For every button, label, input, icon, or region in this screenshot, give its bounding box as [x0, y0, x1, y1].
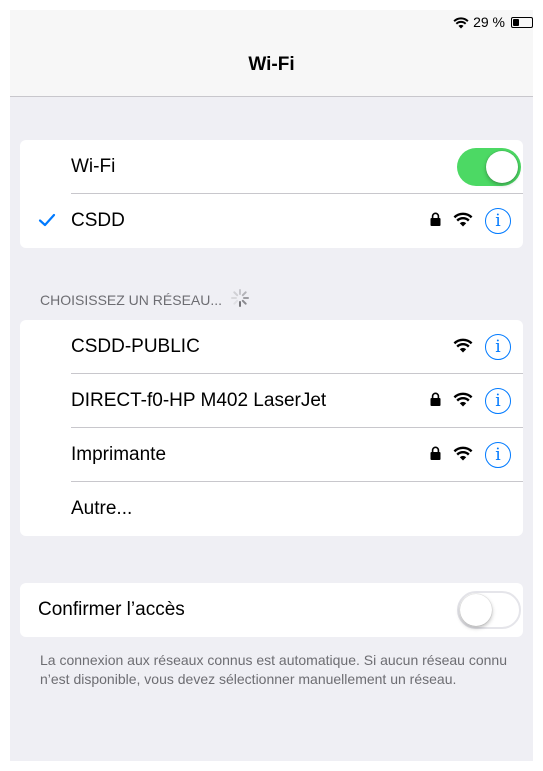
wifi-toggle-label: Wi-Fi [71, 156, 116, 177]
info-icon[interactable]: i [485, 208, 511, 234]
info-icon[interactable]: i [485, 388, 511, 414]
section-header-label: CHOISISSEZ UN RÉSEAU... [40, 291, 223, 308]
page-title: Wi-Fi [248, 54, 295, 75]
wifi-signal-icon [453, 211, 473, 232]
connected-network-row[interactable]: CSDD i [20, 194, 523, 248]
wifi-toggle-row: Wi-Fi [20, 140, 523, 194]
network-row[interactable]: Imprimante i [20, 428, 523, 482]
ask-join-toggle[interactable] [457, 591, 521, 629]
ask-join-footer: La connexion aux réseaux connus est auto… [40, 652, 507, 687]
status-bar: 29 % [453, 12, 533, 32]
wifi-group: Wi-Fi CSDD i [20, 140, 523, 248]
ask-join-label: Confirmer l’accès [38, 599, 185, 620]
toggle-knob [460, 594, 492, 626]
lock-icon [430, 392, 441, 411]
other-network-label: Autre... [71, 498, 133, 519]
toggle-knob [486, 151, 518, 183]
network-name: Imprimante [71, 444, 167, 465]
section-header: CHOISISSEZ UN RÉSEAU... [40, 288, 250, 311]
info-icon[interactable]: i [485, 442, 511, 468]
battery-icon [511, 16, 533, 28]
wifi-toggle[interactable] [457, 148, 521, 186]
settings-screen: 29 % Wi-Fi Wi-Fi CSDD i CHOISISSEZ UN RÉ… [10, 10, 533, 761]
other-network-row[interactable]: Autre... [20, 482, 523, 536]
battery-percentage: 29 % [473, 14, 505, 30]
ask-join-row: Confirmer l’accès [20, 583, 523, 637]
ask-join-group: Confirmer l’accès [20, 583, 523, 637]
network-name: CSDD-PUBLIC [71, 336, 200, 357]
wifi-signal-icon [453, 391, 473, 412]
connected-network-name: CSDD [71, 210, 125, 231]
networks-list: CSDD-PUBLIC i DIRECT-f0-HP M402 LaserJet… [20, 320, 523, 536]
wifi-signal-icon [453, 16, 469, 29]
wifi-signal-icon [453, 337, 473, 358]
info-icon[interactable]: i [485, 334, 511, 360]
network-row[interactable]: DIRECT-f0-HP M402 LaserJet i [20, 374, 523, 428]
lock-icon [430, 446, 441, 465]
loading-spinner-icon [230, 288, 250, 311]
checkmark-icon [38, 211, 56, 234]
network-name: DIRECT-f0-HP M402 LaserJet [71, 390, 327, 411]
network-row[interactable]: CSDD-PUBLIC i [20, 320, 523, 374]
wifi-signal-icon [453, 445, 473, 466]
navigation-bar: 29 % Wi-Fi [10, 10, 533, 97]
lock-icon [430, 212, 441, 231]
